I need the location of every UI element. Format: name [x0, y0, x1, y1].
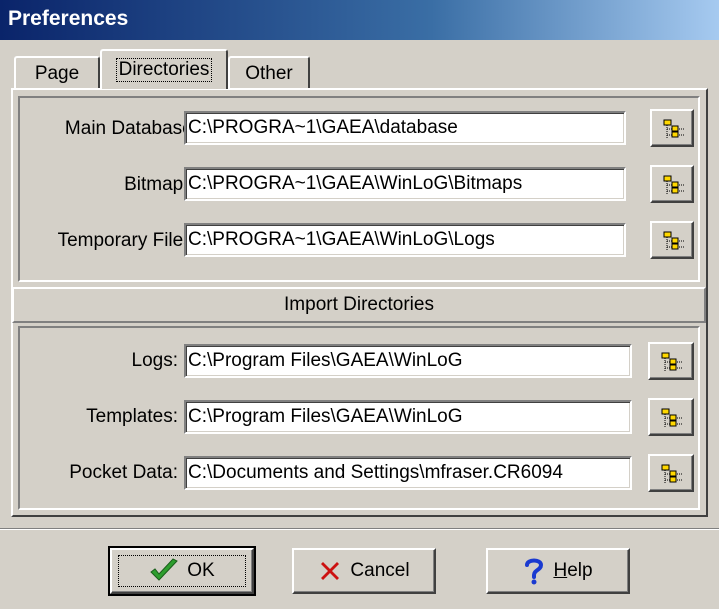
tab-page[interactable]: Page — [14, 56, 100, 90]
help-label-rest: elp — [567, 560, 593, 581]
templates-browse-button[interactable] — [648, 398, 694, 436]
directories-group: Main Database: Bitmaps: Temp — [18, 96, 700, 282]
help-label: Help — [553, 560, 592, 582]
bitmaps-browse-button[interactable] — [650, 165, 694, 203]
tab-page-label: Page — [34, 63, 80, 84]
folder-tree-icon — [661, 464, 682, 484]
window-title: Preferences — [8, 7, 129, 30]
logs-label: Logs: — [131, 350, 178, 371]
import-directories-title: Import Directories — [284, 294, 434, 315]
pocket-data-browse-button[interactable] — [648, 454, 694, 492]
temporary-files-field[interactable] — [184, 223, 626, 257]
ok-button[interactable]: OK — [108, 546, 256, 596]
folder-tree-icon — [661, 408, 682, 428]
cancel-button[interactable]: Cancel — [292, 548, 436, 594]
folder-tree-icon — [663, 119, 684, 139]
folder-tree-icon — [663, 175, 684, 195]
pocket-data-input[interactable] — [188, 459, 626, 487]
folder-tree-icon — [663, 231, 684, 251]
main-database-browse-button[interactable] — [650, 109, 694, 147]
help-button[interactable]: Help — [486, 548, 630, 594]
main-database-field[interactable] — [184, 111, 626, 145]
question-mark-icon — [525, 558, 544, 585]
templates-label: Templates: — [86, 406, 178, 427]
tab-directories-label: Directories — [115, 58, 213, 82]
temporary-files-label: Temporary Files: — [57, 230, 198, 251]
templates-field[interactable] — [184, 400, 632, 434]
logs-browse-button[interactable] — [648, 342, 694, 380]
bitmaps-input[interactable] — [188, 170, 620, 198]
pocket-data-field[interactable] — [184, 456, 632, 490]
ok-focus-ring — [118, 555, 246, 587]
temporary-files-browse-button[interactable] — [650, 221, 694, 259]
tab-directories[interactable]: Directories — [100, 49, 228, 89]
cancel-label: Cancel — [350, 560, 410, 581]
bottom-separator — [0, 528, 719, 530]
bitmaps-field[interactable] — [184, 167, 626, 201]
x-icon — [321, 562, 340, 580]
import-directories-header: Import Directories — [12, 287, 706, 323]
pocket-data-label: Pocket Data: — [69, 462, 178, 483]
title-bar[interactable]: Preferences — [0, 0, 719, 40]
templates-input[interactable] — [188, 403, 626, 431]
folder-tree-icon — [661, 352, 682, 372]
tab-other[interactable]: Other — [228, 56, 310, 90]
tab-other-label: Other — [245, 63, 293, 84]
import-directories-group: Logs: Templates: Pocket Data — [18, 326, 700, 510]
main-database-label: Main Database: — [64, 118, 198, 139]
temporary-files-input[interactable] — [188, 226, 620, 254]
logs-field[interactable] — [184, 344, 632, 378]
main-database-input[interactable] — [188, 114, 620, 142]
logs-input[interactable] — [188, 347, 626, 375]
help-hotkey: H — [553, 560, 568, 581]
